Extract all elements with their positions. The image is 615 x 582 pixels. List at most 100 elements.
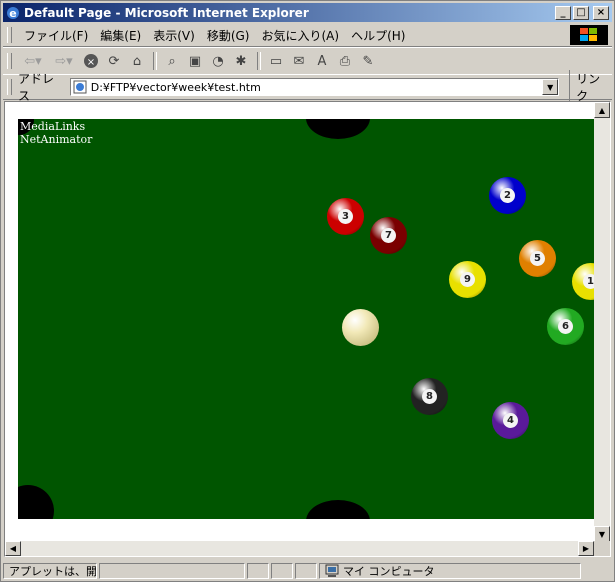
home-button[interactable]: ⌂ xyxy=(126,51,148,71)
links-button[interactable]: リンク xyxy=(569,70,612,104)
ball-3: 3 xyxy=(327,198,364,235)
ball-number: 2 xyxy=(500,188,515,203)
status-panel-2 xyxy=(271,563,293,579)
back-button[interactable]: ⇦▾ xyxy=(18,51,48,71)
svg-text:e: e xyxy=(9,7,16,20)
ball-5: 5 xyxy=(519,240,556,277)
ball-number: 4 xyxy=(503,413,518,428)
ball-4: 4 xyxy=(492,402,529,439)
cue-ball xyxy=(342,309,379,346)
ball-2: 2 xyxy=(489,177,526,214)
font-button[interactable]: A xyxy=(311,51,333,71)
maximize-icon: □ xyxy=(576,6,586,18)
menu-grip[interactable] xyxy=(7,27,12,43)
refresh-button[interactable]: ⟳ xyxy=(103,51,125,71)
scrollbar-corner xyxy=(594,541,610,556)
history-icon: ◔ xyxy=(212,53,224,69)
home-icon: ⌂ xyxy=(132,53,142,69)
arrow-up-icon: ▲ xyxy=(598,105,606,115)
menu-favorites[interactable]: お気に入り(A) xyxy=(255,27,345,44)
channels-icon: ✱ xyxy=(235,53,247,69)
ball-7: 7 xyxy=(370,217,407,254)
search-icon: ⌕ xyxy=(168,53,176,69)
close-icon: × xyxy=(596,6,606,18)
font-icon: A xyxy=(317,53,327,69)
toolbar-grip[interactable] xyxy=(7,53,12,69)
address-label: アドレス xyxy=(17,72,54,103)
minimize-button[interactable]: _ xyxy=(555,5,571,20)
billiards-applet[interactable]: MediaLinks NetAnimator 3 7 2 5 9 1 6 8 4 xyxy=(18,119,597,519)
svg-text:×: × xyxy=(87,57,95,68)
ball-number: 3 xyxy=(338,209,353,224)
back-icon: ⇦▾ xyxy=(24,53,42,69)
status-main: e アプレットは、開始 xyxy=(3,563,97,579)
arrow-right-icon: ▶ xyxy=(582,544,590,553)
status-panel-1 xyxy=(247,563,269,579)
address-input[interactable]: D:¥FTP¥vector¥week¥test.htm ▼ xyxy=(69,78,560,96)
channels-button[interactable]: ✱ xyxy=(230,51,252,71)
pocket-bottom-middle xyxy=(306,500,370,519)
address-dropdown-button[interactable]: ▼ xyxy=(542,79,559,95)
minimize-icon: _ xyxy=(560,6,566,18)
fullscreen-button[interactable]: ▭ xyxy=(265,51,287,71)
page-content: MediaLinks NetAnimator 3 7 2 5 9 1 6 8 4… xyxy=(4,101,611,557)
forward-icon: ⇨▾ xyxy=(55,53,73,69)
status-bar: e アプレットは、開始 マイ コンピュータ xyxy=(3,561,612,581)
scroll-left-button[interactable]: ◀ xyxy=(5,541,21,556)
stop-button[interactable]: × xyxy=(80,51,102,71)
address-url: D:¥FTP¥vector¥week¥test.htm xyxy=(90,80,261,94)
ball-number: 9 xyxy=(460,272,475,287)
toolbar-separator xyxy=(257,52,261,70)
ball-number: 8 xyxy=(422,389,437,404)
ball-9: 9 xyxy=(449,261,486,298)
pocket-bottom-left xyxy=(18,485,54,519)
menu-file[interactable]: ファイル(F) xyxy=(18,27,94,44)
menu-help[interactable]: ヘルプ(H) xyxy=(345,27,411,44)
search-button[interactable]: ⌕ xyxy=(161,51,183,71)
page-icon xyxy=(73,80,87,94)
favorites-icon: ▣ xyxy=(188,53,202,69)
status-panel-3 xyxy=(295,563,317,579)
history-button[interactable]: ◔ xyxy=(207,51,229,71)
ball-number: 7 xyxy=(381,228,396,243)
refresh-icon: ⟳ xyxy=(108,53,120,69)
horizontal-scrollbar[interactable]: ◀ ▶ xyxy=(5,541,594,556)
applet-text-netanimator: NetAnimator xyxy=(20,133,93,146)
zone-text: マイ コンピュータ xyxy=(343,565,435,578)
status-text: アプレットは、開始 xyxy=(9,565,97,578)
pocket-top-middle xyxy=(306,119,370,139)
fullscreen-icon: ▭ xyxy=(269,53,283,69)
scroll-down-button[interactable]: ▼ xyxy=(594,526,610,542)
print-button[interactable]: ⎙ xyxy=(334,51,356,71)
toolbar-separator xyxy=(153,52,157,70)
arrow-left-icon: ◀ xyxy=(9,544,17,553)
edit-button[interactable]: ✎ xyxy=(357,51,379,71)
favorites-button[interactable]: ▣ xyxy=(184,51,206,71)
mail-icon: ✉ xyxy=(293,53,305,69)
menu-bar: ファイル(F) 編集(E) 表示(V) 移動(G) お気に入り(A) ヘルプ(H… xyxy=(3,24,612,47)
browser-window: e Default Page - Microsoft Internet Expl… xyxy=(0,0,615,582)
applet-text-medialinks: MediaLinks xyxy=(20,120,86,133)
windows-flag-icon xyxy=(580,28,597,41)
window-title: Default Page - Microsoft Internet Explor… xyxy=(24,5,309,20)
maximize-button[interactable]: □ xyxy=(573,5,589,20)
ball-number: 6 xyxy=(558,319,573,334)
edit-icon: ✎ xyxy=(362,53,374,69)
scroll-up-button[interactable]: ▲ xyxy=(594,102,610,118)
scroll-right-button[interactable]: ▶ xyxy=(578,541,594,556)
address-grip[interactable] xyxy=(7,79,12,95)
menu-go[interactable]: 移動(G) xyxy=(201,27,256,44)
vertical-scrollbar[interactable]: ▲ ▼ xyxy=(594,102,610,542)
arrow-down-icon: ▼ xyxy=(598,529,606,539)
title-bar[interactable]: e Default Page - Microsoft Internet Expl… xyxy=(3,3,612,22)
status-zone: マイ コンピュータ xyxy=(319,563,581,579)
menu-view[interactable]: 表示(V) xyxy=(147,27,201,44)
ie-logo-icon: e xyxy=(7,6,19,20)
status-progress xyxy=(99,563,245,579)
forward-button[interactable]: ⇨▾ xyxy=(49,51,79,71)
menu-edit[interactable]: 編集(E) xyxy=(94,27,147,44)
mail-button[interactable]: ✉ xyxy=(288,51,310,71)
address-bar: アドレス D:¥FTP¥vector¥week¥test.htm ▼ リンク xyxy=(3,70,612,104)
standard-toolbar: ⇦▾ ⇨▾ × ⟳ ⌂ ⌕ ▣ ◔ ✱ ▭ ✉ A ⎙ ✎ xyxy=(3,47,612,75)
close-button[interactable]: × xyxy=(593,5,609,20)
